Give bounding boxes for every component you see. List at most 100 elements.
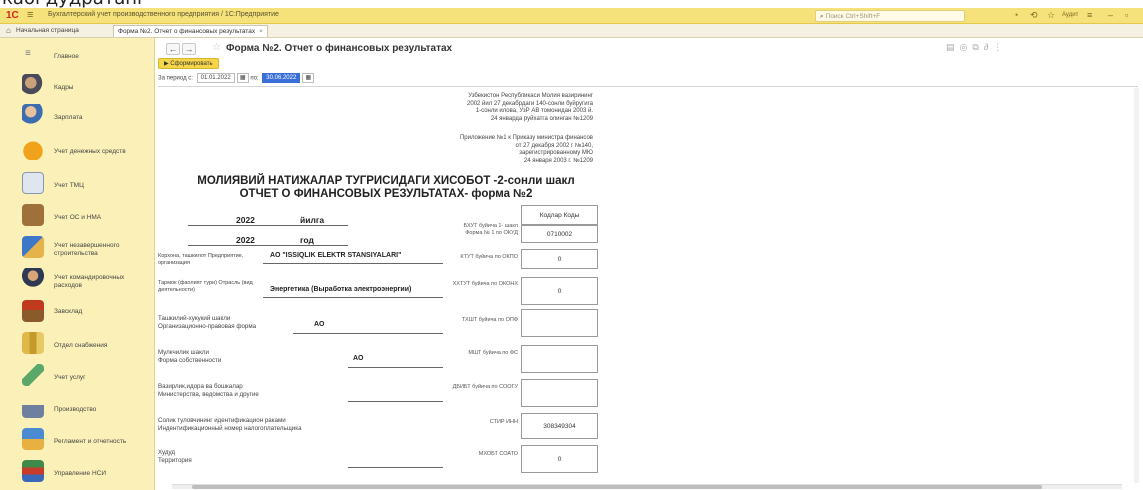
territory-label-ru: Территория xyxy=(158,457,192,464)
save-icon[interactable]: ◎ xyxy=(960,42,973,52)
fs-code-label: МШТ буйича по ФС xyxy=(468,350,518,356)
sidebar-item-nsi[interactable]: Управление НСИ xyxy=(0,458,155,488)
period-to-input[interactable]: 30.06.2022 xyxy=(262,73,301,83)
org-value: АО "ISSIQLIK ELEKTR STANSIYALARI" xyxy=(270,252,402,259)
scrollbar-thumb[interactable] xyxy=(192,485,1042,489)
folders-icon xyxy=(22,332,44,354)
people-icon xyxy=(22,74,44,96)
sidebar-item-supply[interactable]: Отдел снабжения xyxy=(0,330,155,360)
vertical-scrollbar[interactable] xyxy=(1134,88,1139,483)
note-line: 1-сонли илова, УзР АВ томонидан 2003 й. xyxy=(475,108,593,114)
warehouse-icon xyxy=(22,300,44,322)
tab-form-2[interactable]: Форма №2. Отчет о финансовых результатах… xyxy=(113,25,268,37)
back-icon[interactable]: ← xyxy=(166,43,180,55)
generate-button[interactable]: ▶ Сформировать xyxy=(158,58,219,69)
fs-code-cell xyxy=(521,345,598,373)
sidebar-item-label: Регламент и отчетность xyxy=(54,438,127,445)
bell-icon[interactable]: ◔ xyxy=(1013,10,1018,20)
sidebar-item-fixed-assets[interactable]: Учет ОС и НМА xyxy=(0,202,155,232)
main-menu-button[interactable]: ≡ xyxy=(27,9,33,21)
sidebar: ≡ Главное Кадры Зарплата Учет денежных с… xyxy=(0,38,155,490)
sidebar-item-label: Управление НСИ xyxy=(54,470,106,477)
period-to-label: по: xyxy=(250,75,259,82)
note-line: 2002 йил 27 декабрдаги 140-сонли буйруги… xyxy=(467,100,593,107)
year-value-uz: 2022 xyxy=(236,215,255,225)
okonh-label: ХХТУТ буйича по ОКОНХ xyxy=(452,281,518,287)
sidebar-item-production[interactable]: Производство xyxy=(0,394,155,424)
sidebar-item-label: Кадры xyxy=(54,84,74,91)
okonh-value-cell: 0 xyxy=(521,277,598,305)
org-underline xyxy=(263,263,443,264)
favorite-star-icon[interactable]: ☆ xyxy=(212,42,221,53)
close-icon[interactable]: × xyxy=(259,28,263,35)
books-icon xyxy=(22,460,44,482)
territory-label-uz: Худуд xyxy=(158,449,175,456)
tab-home[interactable]: Начальная страница xyxy=(16,27,79,34)
year-underline xyxy=(188,245,348,246)
year-word-uz: йилга xyxy=(300,215,325,225)
opf-underline xyxy=(293,333,443,334)
opf-label-ru: Организационно-правовая форма xyxy=(158,323,257,330)
sidebar-item-main[interactable]: ≡ Главное xyxy=(0,42,155,72)
sidebar-item-label: Учет услуг xyxy=(54,374,86,381)
settings-icon[interactable]: ≡ xyxy=(1087,10,1092,20)
note-line: 24 январда руйхатга олинган №1209 xyxy=(490,115,593,122)
sidebar-item-cash[interactable]: Учет денежных средств xyxy=(0,136,155,166)
star-icon[interactable]: ☆ xyxy=(1047,10,1055,21)
branch-label: Тармок (фаолият тури) Отрасль (вид деяте… xyxy=(158,280,253,293)
window-icon[interactable]: ⧉ xyxy=(972,42,983,52)
sidebar-item-label: Завсклад xyxy=(54,308,83,315)
user-name[interactable]: Аудит xyxy=(1062,12,1078,18)
sidebar-item-warehouse[interactable]: Завсклад xyxy=(0,298,155,328)
menu-icon: ≡ xyxy=(25,48,31,59)
sidebar-item-staff[interactable]: Кадры xyxy=(0,72,155,102)
history-icon[interactable]: ⟲ xyxy=(1030,10,1038,21)
form-tools: ▤◎⧉∂⋮ xyxy=(946,42,1007,53)
calendar-icon[interactable]: ▦ xyxy=(302,73,315,83)
period-from-input[interactable]: 01.01.2022 xyxy=(196,73,235,83)
soato-label: МХОБТ СОАТО xyxy=(478,451,518,457)
ministry-label-ru: Министерства, ведомства и другие xyxy=(158,391,259,398)
caption-text: кабі дудратані xyxy=(2,0,142,8)
minimize-icon[interactable]: – xyxy=(1108,10,1113,20)
ministry-underline xyxy=(348,401,443,402)
forward-icon[interactable]: → xyxy=(182,43,196,55)
construction-icon xyxy=(22,236,44,258)
sidebar-item-reports[interactable]: Регламент и отчетность xyxy=(0,426,155,456)
sidebar-item-salary[interactable]: Зарплата xyxy=(0,102,155,132)
note-line: Приложение №1 к Приказу министра финансо… xyxy=(459,135,593,141)
soogu-label: ДБИБТ буйича по СООГУ xyxy=(452,384,518,390)
sidebar-item-inventory[interactable]: Учет ТМЦ xyxy=(0,170,155,200)
app-title: Бухгалтерский учет производственного пре… xyxy=(48,11,279,18)
note-line: 24 января 2003 г. №1209 xyxy=(523,157,593,164)
link-icon[interactable]: ∂ xyxy=(984,42,993,52)
sidebar-item-label: Учет незавершенного строительства xyxy=(54,242,120,257)
travel-icon xyxy=(22,268,44,290)
horizontal-scrollbar[interactable] xyxy=(172,484,1122,489)
print-icon[interactable]: ▤ xyxy=(946,42,960,52)
box-icon xyxy=(22,204,44,226)
soato-value-cell: 0 xyxy=(521,445,598,473)
fs-label-ru: Форма собственности xyxy=(158,357,222,364)
sidebar-item-travel[interactable]: Учет командировочных расходов xyxy=(0,266,155,296)
more-icon[interactable]: ⋮ xyxy=(993,42,1007,52)
sidebar-item-construction[interactable]: Учет незавершенного строительства xyxy=(0,234,155,264)
branch-value: Энергетика (Выработка электроэнергии) xyxy=(270,286,412,293)
home-icon[interactable]: ⌂ xyxy=(6,26,11,35)
pen-icon xyxy=(22,364,44,386)
maximize-icon[interactable]: ▫ xyxy=(1125,10,1128,20)
generate-label: Сформировать xyxy=(170,61,213,67)
note-line: Узбекистон Республикаси Молия вазирининг xyxy=(468,93,593,99)
sidebar-item-services[interactable]: Учет услуг xyxy=(0,362,155,392)
sidebar-item-label: Учет ОС и НМА xyxy=(54,214,102,221)
ministry-label-uz: Вазирлик,идора ва бошкалар xyxy=(158,383,243,390)
global-search-input[interactable]: ⌕ Поиск Ctrl+Shift+F xyxy=(815,10,965,22)
search-icon: ⌕ xyxy=(820,13,824,20)
report-title: МОЛИЯВИЙ НАТИЖАЛАР ТУГРИСИДАГИ ХИСОБОТ -… xyxy=(176,175,596,201)
sidebar-item-label: Зарплата xyxy=(54,114,83,121)
calendar-icon[interactable]: ▦ xyxy=(236,73,249,83)
form-title: Форма №2. Отчет о финансовых результатах xyxy=(226,43,453,54)
year-underline xyxy=(188,225,348,226)
sidebar-item-label: Производство xyxy=(54,406,97,413)
sidebar-item-label: Главное xyxy=(54,53,79,60)
